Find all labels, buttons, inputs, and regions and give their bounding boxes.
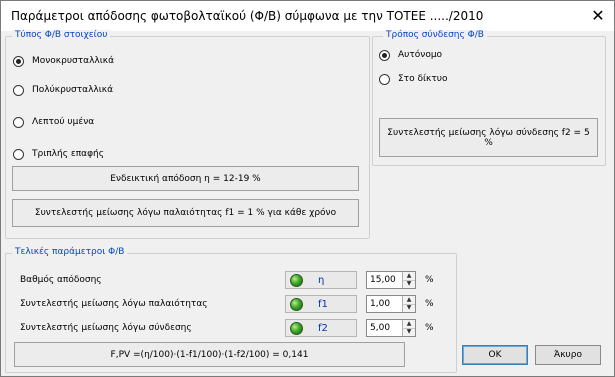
connection-spinner[interactable]: 5,00 ▲ ▼ (366, 319, 416, 337)
aging-down-arrow-icon[interactable]: ▼ (403, 304, 415, 312)
radio-grid-button[interactable] (379, 73, 390, 85)
indicative-efficiency-text: Ενδεικτική απόδοση η = 12-19 % (110, 173, 261, 184)
indicative-efficiency-box: Ενδεικτική απόδοση η = 12-19 % (12, 166, 359, 191)
connection-unit: % (425, 323, 434, 333)
radio-triple-junction[interactable]: Τριπλής επαφής (13, 146, 104, 162)
radio-thin-film-label[interactable]: Λεπτού υμένα (32, 117, 94, 127)
radio-polycrystalline[interactable]: Πολύκρυσταλλικά (13, 82, 113, 98)
aging-label: Συντελεστής μείωσης λόγω παλαιότητας (20, 299, 208, 309)
connection-symbol: f2 (318, 323, 328, 334)
connection-status-led-icon (290, 322, 303, 335)
connection-indicator: f2 (285, 319, 357, 337)
aging-factor-box: Συντελεστής μείωσης λόγω παλαιότητας f1 … (12, 199, 359, 227)
aging-symbol: f1 (318, 299, 328, 310)
aging-value[interactable]: 1,00 (370, 299, 390, 309)
aging-status-led-icon (290, 298, 303, 311)
efficiency-spin-arrows: ▲ ▼ (402, 272, 415, 288)
radio-monocrystalline-button[interactable] (13, 55, 24, 67)
final-params-group: Τελικές παράμετροι Φ/Β Βαθμός απόδοσης η… (5, 247, 457, 373)
cancel-button[interactable]: Άκυρο (535, 345, 601, 365)
connection-down-arrow-icon[interactable]: ▼ (403, 328, 415, 336)
window-title: Παράμετροι απόδοσης φωτοβολταϊκού (Φ/Β) … (11, 9, 484, 23)
final-params-group-title: Τελικές παράμετροι Φ/Β (12, 247, 128, 257)
connection-spin-arrows: ▲ ▼ (402, 320, 415, 336)
connection-value[interactable]: 5,00 (370, 323, 390, 333)
aging-unit: % (425, 299, 434, 309)
connection-group-title: Τρόπος σύνδεσης Φ/Β (383, 30, 487, 40)
pv-type-group: Τύπος Φ/Β στοιχείου Μονοκρυσταλλικά Πολύ… (5, 30, 370, 239)
connection-label: Συντελεστής μείωσης λόγω σύνδεσης (20, 323, 192, 333)
radio-standalone-button[interactable] (379, 49, 390, 61)
ok-button[interactable]: OK (462, 345, 528, 365)
ok-button-label: OK (488, 350, 502, 360)
radio-monocrystalline[interactable]: Μονοκρυσταλλικά (13, 53, 114, 69)
efficiency-status-led-icon (290, 274, 303, 287)
connection-factor-box: Συντελεστής μείωσης λόγω σύνδεσης f2 = 5… (379, 118, 598, 157)
radio-thin-film[interactable]: Λεπτού υμένα (13, 114, 94, 130)
radio-polycrystalline-label[interactable]: Πολύκρυσταλλικά (32, 85, 113, 95)
radio-thin-film-button[interactable] (13, 116, 24, 128)
radio-polycrystalline-button[interactable] (13, 84, 24, 96)
formula-text: F,PV =(η/100)·(1-f1/100)·(1-f2/100) = 0,… (110, 349, 309, 360)
dialog-window: Παράμετροι απόδοσης φωτοβολταϊκού (Φ/Β) … (0, 0, 615, 377)
radio-grid[interactable]: Στο δίκτυο (379, 71, 447, 87)
close-icon[interactable]: ✕ (588, 6, 608, 26)
aging-spin-arrows: ▲ ▼ (402, 296, 415, 312)
connection-factor-text: Συντελεστής μείωσης λόγω σύνδεσης f2 = 5… (387, 127, 590, 148)
aging-spinner[interactable]: 1,00 ▲ ▼ (366, 295, 416, 313)
connection-group: Τρόπος σύνδεσης Φ/Β Αυτόνομο Στο δίκτυο … (372, 30, 606, 166)
aging-factor-text: Συντελεστής μείωσης λόγω παλαιότητας f1 … (34, 208, 337, 218)
radio-grid-label[interactable]: Στο δίκτυο (398, 74, 447, 84)
efficiency-value[interactable]: 15,00 (370, 275, 396, 285)
efficiency-symbol: η (318, 275, 325, 286)
efficiency-spinner[interactable]: 15,00 ▲ ▼ (366, 271, 416, 289)
pv-type-group-title: Τύπος Φ/Β στοιχείου (12, 30, 111, 40)
title-bar: Παράμετροι απόδοσης φωτοβολταϊκού (Φ/Β) … (1, 1, 614, 31)
cancel-button-label: Άκυρο (554, 350, 582, 360)
efficiency-indicator: η (285, 271, 357, 289)
aging-indicator: f1 (285, 295, 357, 313)
efficiency-down-arrow-icon[interactable]: ▼ (403, 280, 415, 288)
radio-standalone-label[interactable]: Αυτόνομο (398, 50, 442, 60)
efficiency-label: Βαθμός απόδοσης (20, 275, 102, 285)
radio-standalone[interactable]: Αυτόνομο (379, 47, 442, 63)
efficiency-unit: % (425, 275, 434, 285)
radio-triple-junction-button[interactable] (13, 148, 24, 160)
formula-box: F,PV =(η/100)·(1-f1/100)·(1-f2/100) = 0,… (14, 342, 405, 367)
radio-triple-junction-label[interactable]: Τριπλής επαφής (32, 149, 104, 159)
radio-monocrystalline-label[interactable]: Μονοκρυσταλλικά (32, 56, 114, 66)
